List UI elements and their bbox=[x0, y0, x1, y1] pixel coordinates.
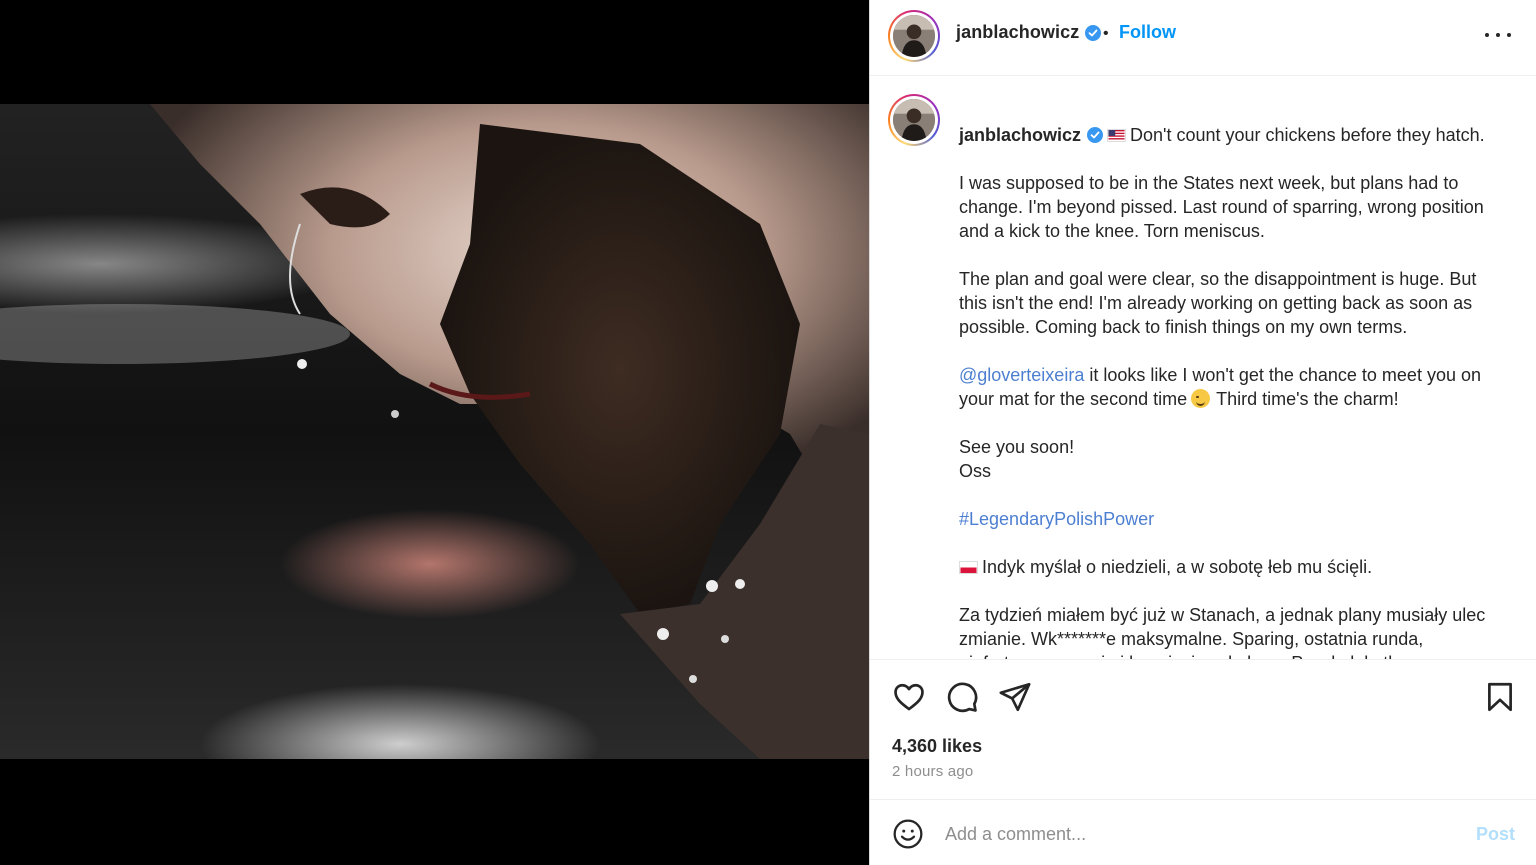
caption-paragraph-3: @gloverteixeira it looks like I won't ge… bbox=[959, 363, 1504, 411]
avatar-image bbox=[893, 15, 935, 57]
header-username-group: janblachowicz bbox=[956, 22, 1102, 43]
post-timestamp[interactable]: 2 hours ago bbox=[892, 763, 973, 780]
mention-link[interactable]: @gloverteixeira bbox=[959, 365, 1084, 385]
comment-input[interactable] bbox=[945, 820, 1465, 848]
caption-headline-pl: Indyk myślał o niedzieli, a w sobotę łeb… bbox=[982, 557, 1373, 577]
caption-see-you: See you soon! bbox=[959, 437, 1075, 457]
avatar[interactable] bbox=[888, 10, 940, 62]
hashtag-link[interactable]: #LegendaryPolishPower bbox=[959, 509, 1154, 529]
comment-icon[interactable] bbox=[945, 680, 979, 714]
header-username[interactable]: janblachowicz bbox=[956, 22, 1079, 43]
header-separator: • bbox=[1103, 25, 1109, 42]
heart-icon[interactable] bbox=[892, 680, 926, 714]
post-actions: 4,360 likes 2 hours ago bbox=[870, 659, 1536, 799]
post-header: janblachowicz • Follow bbox=[870, 0, 1536, 76]
media-pane bbox=[0, 0, 869, 865]
caption-first-line: janblachowicz Don't count your chickens b… bbox=[959, 99, 1504, 147]
comment-bar: Post bbox=[870, 799, 1536, 865]
caption-paragraph-1: I was supposed to be in the States next … bbox=[959, 173, 1484, 241]
more-options-icon[interactable] bbox=[1485, 22, 1511, 48]
caption-paragraph-3-end: Third time's the charm! bbox=[1216, 389, 1399, 409]
caption-text: janblachowicz Don't count your chickens b… bbox=[959, 99, 1504, 659]
wink-emoji-icon bbox=[1191, 389, 1211, 408]
emoji-icon[interactable] bbox=[892, 818, 924, 850]
caption-avatar[interactable] bbox=[888, 94, 940, 146]
post-comment-button[interactable]: Post bbox=[1476, 824, 1515, 845]
share-icon[interactable] bbox=[998, 680, 1032, 714]
caption-area: janblachowicz Don't count your chickens b… bbox=[870, 76, 1536, 659]
us-flag-icon bbox=[1107, 129, 1127, 142]
verified-badge-icon bbox=[1085, 24, 1102, 41]
caption-oss: Oss bbox=[959, 461, 992, 481]
caption-paragraph-4: See you soon! Oss bbox=[959, 435, 1504, 483]
caption-username[interactable]: janblachowicz bbox=[959, 125, 1081, 145]
post-side-panel: janblachowicz • Follow janblachowicz Don… bbox=[869, 0, 1536, 865]
pl-flag-icon bbox=[959, 561, 978, 574]
follow-button[interactable]: Follow bbox=[1119, 22, 1176, 43]
caption-headline-en: Don't count your chickens before they ha… bbox=[1130, 125, 1485, 145]
caption-hashtag-line: #LegendaryPolishPower bbox=[959, 507, 1504, 531]
post-photo[interactable] bbox=[0, 104, 869, 759]
caption-paragraph-2: The plan and goal were clear, so the dis… bbox=[959, 269, 1477, 337]
caption-verified-icon bbox=[1087, 127, 1104, 143]
caption-avatar-image bbox=[893, 99, 935, 141]
like-count[interactable]: 4,360 likes bbox=[892, 736, 982, 757]
photo-illustration bbox=[0, 104, 869, 759]
bookmark-icon[interactable] bbox=[1483, 680, 1517, 714]
caption-pl-paragraph-1: Za tydzień miałem być już w Stanach, a j… bbox=[959, 605, 1486, 659]
caption-pl-first-line: Indyk myślał o niedzieli, a w sobotę łeb… bbox=[959, 555, 1504, 579]
instagram-post-modal: janblachowicz • Follow janblachowicz Don… bbox=[0, 0, 1536, 865]
